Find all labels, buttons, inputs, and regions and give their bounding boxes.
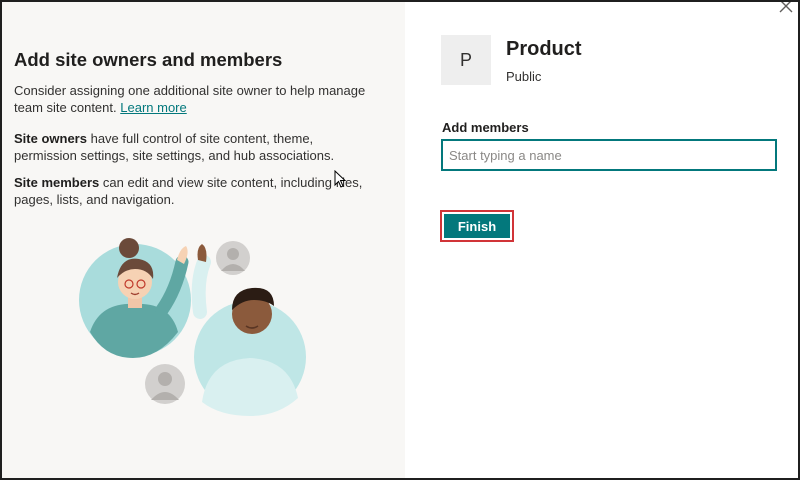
- learn-more-link[interactable]: Learn more: [120, 100, 186, 115]
- dialog-title: Add site owners and members: [14, 49, 283, 70]
- man-avatar: [191, 244, 306, 416]
- mouse-pointer-icon: [334, 170, 347, 188]
- finish-button[interactable]: Finish: [444, 214, 510, 238]
- finish-button-highlight: Finish: [440, 210, 514, 242]
- members-term: Site members: [14, 175, 100, 190]
- members-description: Site members can edit and view site cont…: [14, 174, 374, 208]
- site-logo: P: [441, 35, 491, 85]
- add-members-label: Add members: [442, 120, 529, 135]
- owners-term: Site owners: [14, 131, 87, 146]
- placeholder-avatar-icon: [216, 241, 250, 275]
- info-panel: Add site owners and members Consider ass…: [2, 2, 405, 478]
- close-icon[interactable]: [776, 0, 796, 16]
- placeholder-avatar-icon: [145, 364, 185, 404]
- intro-text: Consider assigning one additional site o…: [14, 82, 374, 116]
- high-five-illustration: [79, 238, 306, 416]
- add-members-input[interactable]: [441, 139, 777, 171]
- intro-description: Consider assigning one additional site o…: [14, 83, 366, 115]
- site-privacy: Public: [506, 69, 542, 84]
- owners-description: Site owners have full control of site co…: [14, 130, 374, 164]
- site-name: Product: [506, 38, 582, 60]
- form-panel: P Product Public Add members Finish: [405, 2, 798, 478]
- add-members-dialog: Add site owners and members Consider ass…: [0, 0, 800, 480]
- woman-avatar: [79, 238, 191, 358]
